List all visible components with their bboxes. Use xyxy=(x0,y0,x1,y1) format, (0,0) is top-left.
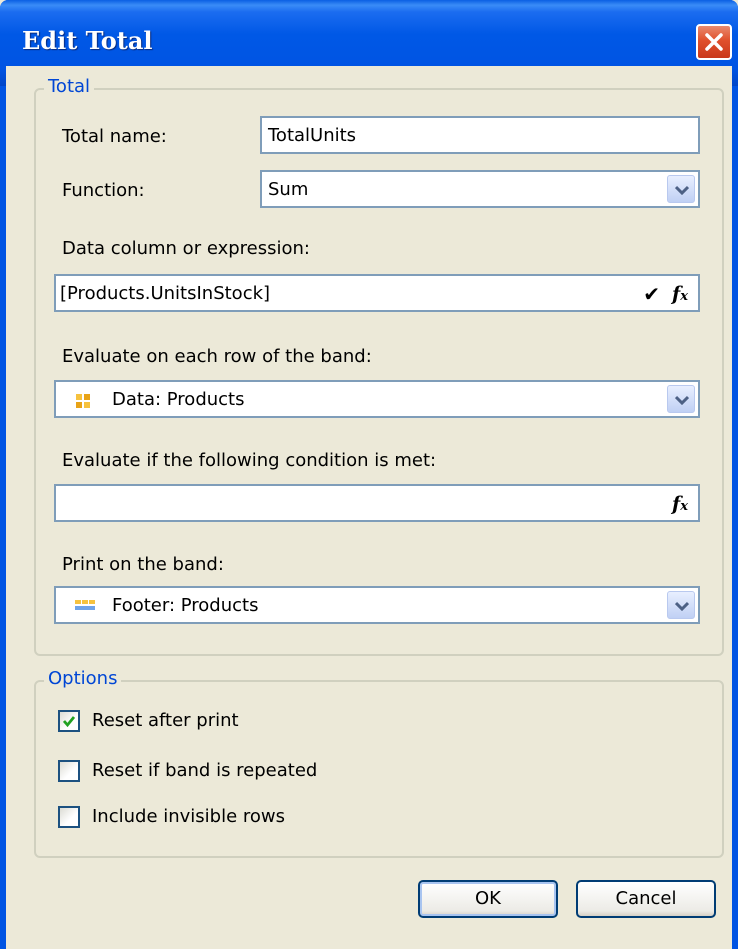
options-group-legend: Options xyxy=(44,668,122,690)
data-column-dropdown-icon[interactable]: ✔ xyxy=(643,282,660,306)
function-value: Sum xyxy=(268,179,309,200)
evaluate-band-value: Data: Products xyxy=(112,389,245,410)
cancel-button[interactable]: Cancel xyxy=(576,880,716,918)
total-name-value: TotalUnits xyxy=(268,125,357,146)
data-column-input[interactable]: [Products.UnitsInStock] ✔ fx xyxy=(54,274,700,312)
print-band-dropdown-button[interactable] xyxy=(667,591,695,619)
chevron-down-icon xyxy=(675,185,689,195)
function-select[interactable]: Sum xyxy=(260,170,700,208)
data-column-value: [Products.UnitsInStock] xyxy=(60,283,271,304)
print-band-value: Footer: Products xyxy=(112,595,259,616)
data-band-icon xyxy=(76,394,90,408)
total-name-input[interactable]: TotalUnits xyxy=(260,116,700,154)
include-invisible-checkbox[interactable] xyxy=(58,806,80,828)
condition-fx-button[interactable]: fx xyxy=(666,490,694,518)
total-name-label: Total name: xyxy=(62,126,167,147)
evaluate-band-dropdown-button[interactable] xyxy=(667,385,695,413)
close-button[interactable] xyxy=(696,24,732,60)
edit-total-dialog: Edit Total Total Total name: TotalUnits … xyxy=(0,0,738,949)
window-title: Edit Total xyxy=(22,26,153,55)
function-dropdown-button[interactable] xyxy=(667,175,695,203)
ok-button[interactable]: OK xyxy=(418,880,558,918)
reset-if-repeated-label[interactable]: Reset if band is repeated xyxy=(92,760,317,782)
footer-band-icon xyxy=(75,600,95,610)
reset-after-print-label[interactable]: Reset after print xyxy=(92,710,239,732)
data-column-label: Data column or expression: xyxy=(62,238,310,259)
evaluate-band-select[interactable]: Data: Products xyxy=(54,380,700,418)
print-band-select[interactable]: Footer: Products xyxy=(54,586,700,624)
evaluate-band-label: Evaluate on each row of the band: xyxy=(62,346,372,367)
print-band-label: Print on the band: xyxy=(62,554,224,575)
function-label: Function: xyxy=(62,180,145,201)
condition-input[interactable]: fx xyxy=(54,484,700,522)
condition-label: Evaluate if the following condition is m… xyxy=(62,450,437,471)
chevron-down-icon xyxy=(675,395,689,405)
include-invisible-label[interactable]: Include invisible rows xyxy=(92,806,285,828)
reset-after-print-checkbox[interactable] xyxy=(58,710,80,732)
dialog-client-area: Total Total name: TotalUnits Function: S… xyxy=(6,66,732,949)
chevron-down-icon xyxy=(675,601,689,611)
close-icon xyxy=(705,33,723,51)
checkmark-icon xyxy=(62,716,76,728)
data-column-fx-button[interactable]: fx xyxy=(666,280,694,308)
total-group-legend: Total xyxy=(44,76,95,98)
reset-if-repeated-checkbox[interactable] xyxy=(58,760,80,782)
